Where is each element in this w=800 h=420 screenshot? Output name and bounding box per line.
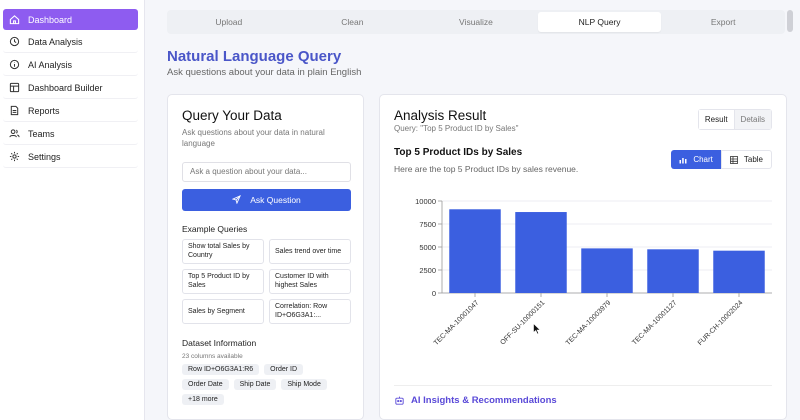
column-chip: Order ID <box>264 363 304 375</box>
sidebar-item-label: Reports <box>28 106 60 116</box>
sidebar-item-label: Dashboard Builder <box>28 83 103 93</box>
bar <box>515 212 567 293</box>
layout-icon <box>9 82 21 94</box>
robot-icon <box>395 396 404 405</box>
x-tick-label: FUR-CH-10002024 <box>697 299 745 347</box>
details-tab[interactable]: Details <box>734 110 771 129</box>
users-icon <box>9 128 21 140</box>
sidebar-item-dashboard-builder[interactable]: Dashboard Builder <box>3 78 138 99</box>
tab-visualize[interactable]: Visualize <box>414 10 538 34</box>
dataset-columns-count: 23 columns available <box>182 352 243 360</box>
gear-icon <box>9 151 21 163</box>
tab-bar: Upload Clean Visualize NLP Query Export <box>167 10 785 34</box>
column-chip: Ship Mode <box>281 378 327 390</box>
bar-chart-icon <box>679 157 687 163</box>
column-chips: Row ID+O6G3A1:R6 Order ID Order Date Shi… <box>182 363 352 405</box>
example-query-button[interactable]: Sales by Segment <box>182 298 264 324</box>
example-query-button[interactable]: Sales trend over time <box>269 238 351 264</box>
y-tick-label: 0 <box>432 289 436 298</box>
main-content: Upload Clean Visualize NLP Query Export … <box>145 0 800 420</box>
result-card: Analysis Result Query: "Top 5 Product ID… <box>379 94 787 420</box>
column-chip: Row ID+O6G3A1:R6 <box>182 363 260 375</box>
query-input[interactable] <box>182 161 351 182</box>
sidebar-item-label: Settings <box>28 152 61 162</box>
sidebar-item-settings[interactable]: Settings <box>3 147 138 168</box>
x-tick-label: TEC-MA-10003979 <box>565 299 613 347</box>
chart-view-button[interactable]: Chart <box>671 150 721 169</box>
query-card: Query Your Data Ask questions about your… <box>167 94 364 420</box>
info-icon <box>9 59 21 71</box>
ask-question-label: Ask Question <box>250 194 301 205</box>
table-view-label: Table <box>743 155 763 164</box>
sidebar-item-data-analysis[interactable]: Data Analysis <box>3 32 138 53</box>
tab-nlp-query[interactable]: NLP Query <box>537 12 662 32</box>
result-details-toggle: Result Details <box>697 109 772 130</box>
example-query-button[interactable]: Customer ID with highest Sales <box>269 268 351 294</box>
y-tick-label: 5000 <box>419 243 436 252</box>
scrollbar[interactable] <box>787 10 793 32</box>
tab-clean[interactable]: Clean <box>291 10 415 34</box>
ai-insights-label: AI Insights & Recommendations <box>411 395 557 406</box>
document-icon <box>9 105 21 117</box>
sidebar-item-label: Teams <box>28 129 55 139</box>
send-icon <box>232 195 242 204</box>
table-icon <box>729 155 738 164</box>
sidebar-item-label: Dashboard <box>28 14 73 25</box>
bar-chart: 025005000750010000TEC-MA-10001047 OFF-SU-… <box>415 197 772 347</box>
sidebar-item-ai-analysis[interactable]: AI Analysis <box>3 55 138 76</box>
bar <box>581 248 633 293</box>
y-tick-label: 2500 <box>419 266 436 275</box>
divider <box>394 385 772 386</box>
column-chip: Order Date <box>182 378 229 390</box>
sidebar-item-reports[interactable]: Reports <box>3 101 138 122</box>
example-query-button[interactable]: Show total Sales by Country <box>182 238 264 264</box>
dataset-heading: Dataset Information <box>182 337 257 348</box>
page-title: Natural Language Query <box>167 48 342 65</box>
chart-title: Top 5 Product IDs by Sales <box>394 147 523 158</box>
x-tick-label: TEC-MA-10001127 <box>631 299 678 346</box>
example-queries: Show total Sales by Country Sales trend … <box>182 238 351 324</box>
ask-question-button[interactable]: Ask Question <box>182 188 351 211</box>
ai-insights-heading[interactable]: AI Insights & Recommendations <box>394 395 557 406</box>
sidebar: Dashboard Data Analysis AI Analysis Dash… <box>0 0 145 420</box>
table-view-button[interactable]: Table <box>720 150 772 169</box>
y-tick-label: 10000 <box>415 197 436 206</box>
chart-view-label: Chart <box>693 155 713 164</box>
tab-export[interactable]: Export <box>661 10 785 34</box>
chart-subtitle: Here are the top 5 Product IDs by sales … <box>394 164 579 174</box>
y-tick-label: 7500 <box>419 220 436 229</box>
example-query-button[interactable]: Top 5 Product ID by Sales <box>182 268 264 294</box>
sidebar-item-dashboard[interactable]: Dashboard <box>3 9 138 30</box>
sidebar-item-teams[interactable]: Teams <box>3 124 138 145</box>
page-subtitle: Ask questions about your data in plain E… <box>167 67 362 78</box>
examples-heading: Example Queries <box>182 223 248 234</box>
tab-upload[interactable]: Upload <box>167 10 291 34</box>
query-title: Query Your Data <box>182 108 282 123</box>
result-query: Query: "Top 5 Product ID by Sales" <box>394 124 519 133</box>
clock-icon <box>9 36 21 48</box>
bar <box>449 209 501 293</box>
column-chip: Ship Date <box>233 378 277 390</box>
x-tick-label: TEC-MA-10001047 <box>433 299 481 347</box>
sidebar-item-label: AI Analysis <box>28 60 73 70</box>
query-subtitle: Ask questions about your data in natural… <box>182 128 325 148</box>
home-icon <box>9 14 21 26</box>
result-title: Analysis Result <box>394 108 487 123</box>
bar <box>713 250 765 293</box>
sidebar-item-label: Data Analysis <box>28 37 83 47</box>
example-query-button[interactable]: Correlation: Row ID+O6G3A1:... <box>269 298 351 324</box>
mouse-cursor-icon <box>533 323 541 335</box>
result-tab[interactable]: Result <box>698 110 735 129</box>
bar <box>647 249 699 293</box>
more-columns-chip[interactable]: +18 more <box>182 393 224 405</box>
chart-table-toggle: Chart Table <box>671 150 772 169</box>
